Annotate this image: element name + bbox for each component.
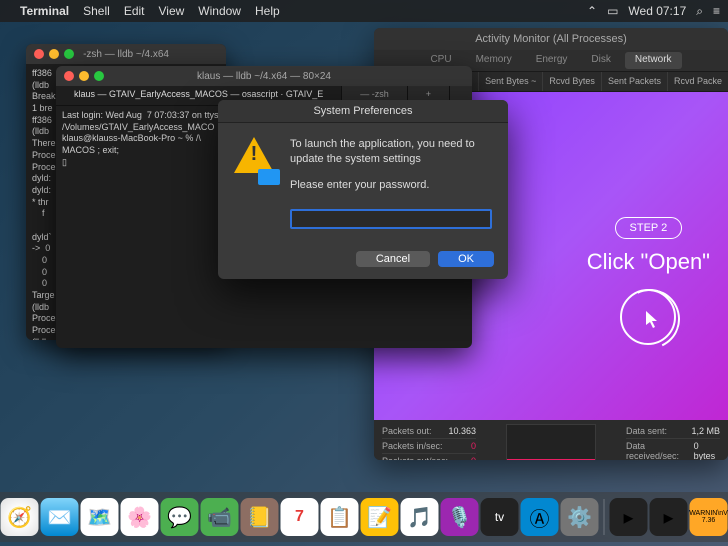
dock-photos[interactable]: 🌸 [121, 498, 159, 536]
menu-shell[interactable]: Shell [83, 4, 110, 18]
am-title: Activity Monitor (All Processes) [374, 28, 728, 50]
dock-contacts[interactable]: 📒 [241, 498, 279, 536]
dock-mail[interactable]: ✉️ [41, 498, 79, 536]
dock-maps[interactable]: 🗺️ [81, 498, 119, 536]
packets-out-value: 10.363 [448, 426, 476, 436]
battery-icon[interactable]: ▭ [607, 4, 618, 18]
col-rcvd-bytes[interactable]: Rcvd Bytes [542, 72, 601, 91]
tab-network[interactable]: Network [625, 52, 682, 69]
dock-messages[interactable]: 💬 [161, 498, 199, 536]
tab-energy[interactable]: Energy [526, 52, 578, 69]
dock-podcasts[interactable]: 🎙️ [441, 498, 479, 536]
data-recv-sec-value: 0 bytes [694, 441, 720, 460]
tab-disk[interactable]: Disk [581, 52, 620, 69]
term2-titlebar[interactable]: klaus — lldb ~/4.x64 — 80×24 [56, 66, 472, 86]
network-chart [506, 424, 596, 460]
warning-icon [234, 137, 278, 181]
folder-badge-icon [258, 169, 280, 185]
menubar: Terminal Shell Edit View Window Help ⌃ ▭… [0, 0, 728, 22]
data-recv-sec-label: Data received/sec: [626, 441, 694, 460]
click-circle-icon [620, 289, 676, 345]
menu-icon[interactable]: ≡ [713, 4, 720, 18]
wifi-icon[interactable]: ⌃ [587, 4, 597, 18]
packets-in-sec-label: Packets in/sec: [382, 441, 443, 451]
data-sent-label: Data sent: [626, 426, 667, 436]
tab-memory[interactable]: Memory [466, 52, 522, 69]
packets-out-sec-label: Packets out/sec: [382, 456, 448, 460]
packets-out-sec-value: 0 [471, 456, 476, 460]
ok-button[interactable]: OK [438, 251, 494, 267]
am-footer: Packets out: 10.363 Packets in/sec: 0 Pack… [374, 420, 728, 460]
menu-view[interactable]: View [159, 4, 185, 18]
dock-tv[interactable]: tv [481, 498, 519, 536]
password-dialog: System Preferences To launch the applica… [218, 100, 508, 279]
cancel-button[interactable]: Cancel [356, 251, 430, 267]
step2-label: Click "Open" [587, 249, 710, 275]
dock-separator [604, 499, 605, 535]
traffic-lights[interactable] [34, 49, 74, 59]
cursor-icon [646, 311, 660, 329]
dock-running-terminal1[interactable]: ▸ [610, 498, 648, 536]
dock-facetime[interactable]: 📹 [201, 498, 239, 536]
password-input[interactable] [290, 209, 492, 229]
term1-titlebar[interactable]: -zsh — lldb ~/4.x64 [26, 44, 226, 64]
menu-help[interactable]: Help [255, 4, 280, 18]
step2-pill: STEP 2 [615, 217, 683, 239]
dock-calendar[interactable]: 7 [281, 498, 319, 536]
col-rcvd-packets[interactable]: Rcvd Packe [667, 72, 728, 91]
dock-running-terminal2[interactable]: ▸ [650, 498, 688, 536]
dock-preferences[interactable]: ⚙️ [561, 498, 599, 536]
search-icon[interactable]: ⌕ [696, 4, 703, 19]
traffic-lights[interactable] [64, 71, 104, 81]
data-sent-value: 1,2 MB [691, 426, 720, 436]
term1-title: -zsh — lldb ~/4.x64 [83, 49, 169, 60]
installer-step2: STEP 2 Click "Open" [587, 217, 710, 345]
term2-title: klaus — lldb ~/4.x64 — 80×24 [197, 71, 331, 82]
packets-in-sec-value: 0 [471, 441, 476, 451]
app-name[interactable]: Terminal [20, 4, 69, 18]
packets-out-label: Packets out: [382, 426, 432, 436]
dock: 🙂 ◉ 🧭 ✉️ 🗺️ 🌸 💬 📹 📒 7 📋 📝 🎵 🎙️ tv Ⓐ ⚙️ ▸… [0, 492, 728, 542]
dialog-message-2: Please enter your password. [290, 178, 492, 193]
col-sent-bytes[interactable]: Sent Bytes ~ [478, 72, 542, 91]
menu-window[interactable]: Window [198, 4, 241, 18]
dock-notes[interactable]: 📝 [361, 498, 399, 536]
menu-edit[interactable]: Edit [124, 4, 145, 18]
dock-reminders[interactable]: 📋 [321, 498, 359, 536]
clock[interactable]: Wed 07:17 [628, 4, 686, 18]
col-sent-packets[interactable]: Sent Packets [601, 72, 667, 91]
dialog-title: System Preferences [218, 100, 508, 123]
dock-music[interactable]: 🎵 [401, 498, 439, 536]
dock-safari[interactable]: 🧭 [1, 498, 39, 536]
dialog-message-1: To launch the application, you need to u… [290, 137, 492, 168]
dock-running-warning[interactable]: WARNIN\nV 7.36 [690, 498, 728, 536]
dock-appstore[interactable]: Ⓐ [521, 498, 559, 536]
